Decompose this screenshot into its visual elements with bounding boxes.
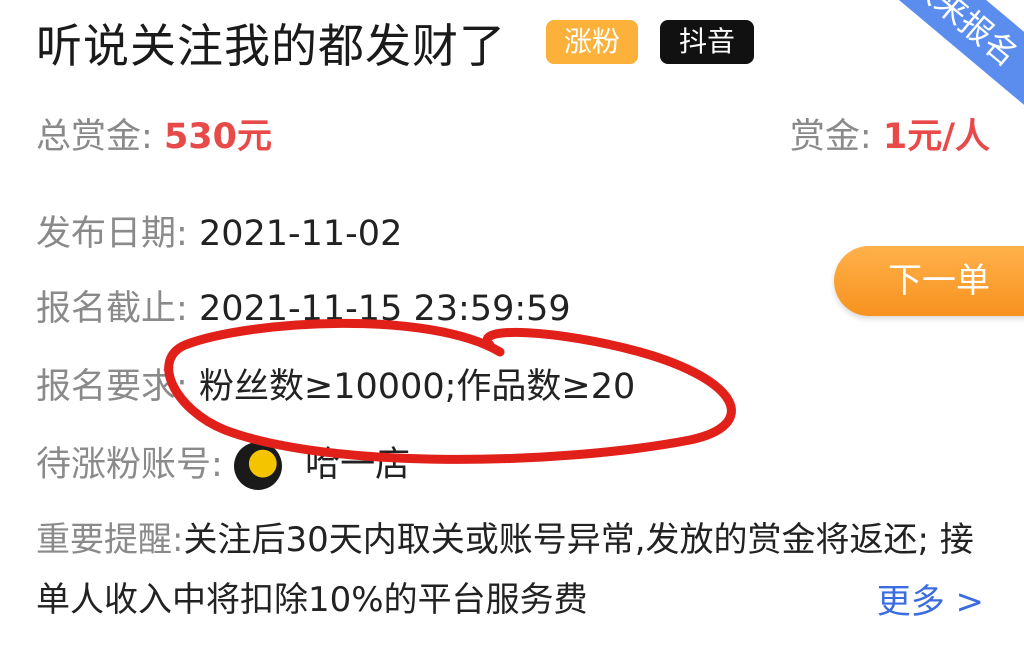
requirement-row: 报名要求: 粉丝数≥10000;作品数≥20 bbox=[36, 358, 635, 409]
total-reward-value: 530元 bbox=[163, 117, 272, 157]
tag-platform: 抖音 bbox=[660, 20, 754, 64]
task-title: 听说关注我的都发财了 bbox=[36, 19, 506, 73]
total-reward-label: 总赏金: bbox=[36, 117, 153, 157]
notice-block: 重要提醒:关注后30天内取关或账号异常,发放的赏金将返还; 接单人收入中将扣除1… bbox=[36, 510, 986, 630]
publish-date-row: 发布日期: 2021-11-02 bbox=[36, 205, 402, 256]
deadline-value: 2021-11-15 23:59:59 bbox=[198, 289, 571, 329]
deadline-row: 报名截止: 2021-11-15 23:59:59 bbox=[36, 280, 571, 331]
per-reward-row: 赏金: 1元/人 bbox=[790, 108, 990, 159]
requirement-label: 报名要求: bbox=[36, 367, 188, 407]
next-task-button[interactable]: 下一单 bbox=[834, 246, 1024, 316]
account-row: 待涨粉账号: 哈一店 bbox=[36, 436, 410, 490]
per-reward-value: 1元/人 bbox=[882, 117, 990, 157]
avatar[interactable] bbox=[233, 442, 282, 490]
deadline-label: 报名截止: bbox=[36, 289, 188, 329]
per-reward-label: 赏金: bbox=[789, 117, 872, 157]
corner-ribbon: 快来报名 bbox=[846, 0, 1024, 124]
tag-fans-growth: 涨粉 bbox=[546, 20, 638, 64]
publish-date-value: 2021-11-02 bbox=[198, 214, 403, 254]
more-link[interactable]: 更多 > bbox=[877, 574, 984, 623]
notice-label: 重要提醒: bbox=[36, 520, 184, 560]
requirement-value: 粉丝数≥10000;作品数≥20 bbox=[198, 367, 636, 407]
publish-date-label: 发布日期: bbox=[36, 214, 188, 254]
account-label: 待涨粉账号: bbox=[36, 445, 223, 485]
total-reward-row: 总赏金: 530元 bbox=[36, 108, 272, 159]
account-name[interactable]: 哈一店 bbox=[305, 445, 410, 485]
